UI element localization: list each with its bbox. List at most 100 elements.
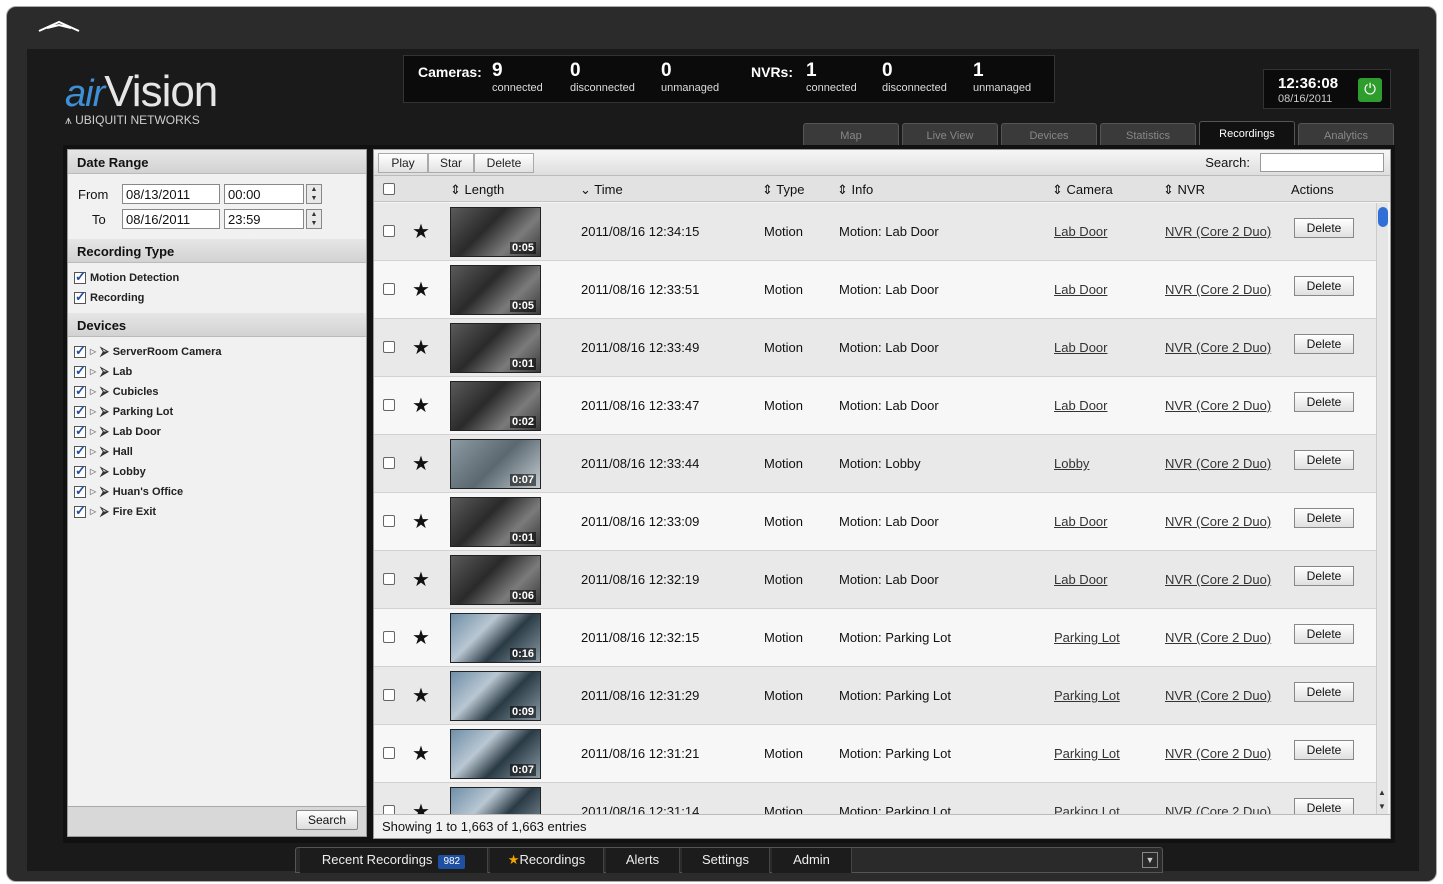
row-checkbox[interactable] bbox=[383, 225, 395, 237]
table-row[interactable]: ★ 0:16 2011/08/16 12:32:15 Motion Motion… bbox=[374, 609, 1378, 667]
checkbox[interactable] bbox=[74, 463, 86, 479]
cell-camera-link[interactable]: Lab Door bbox=[1054, 340, 1107, 355]
cell-camera-link[interactable]: Lobby bbox=[1054, 456, 1089, 471]
checkbox[interactable] bbox=[74, 363, 86, 379]
checkbox[interactable] bbox=[74, 269, 86, 285]
table-row[interactable]: ★ 0:01 2011/08/16 12:33:49 Motion Motion… bbox=[374, 319, 1378, 377]
recording-thumbnail[interactable]: 0:07 bbox=[450, 439, 541, 489]
expand-arrow-icon[interactable]: ▷ bbox=[90, 407, 96, 416]
search-input[interactable] bbox=[1260, 153, 1384, 172]
cell-camera-link[interactable]: Parking Lot bbox=[1054, 746, 1120, 761]
star-icon[interactable]: ★ bbox=[412, 335, 430, 360]
device-item[interactable]: ▷⮚Lobby bbox=[74, 463, 146, 479]
checkbox[interactable] bbox=[74, 443, 86, 459]
table-row[interactable]: ★ 0:01 2011/08/16 12:33:09 Motion Motion… bbox=[374, 493, 1378, 551]
select-all-checkbox[interactable] bbox=[383, 183, 395, 195]
checkbox[interactable] bbox=[74, 503, 86, 519]
cell-camera-link[interactable]: Lab Door bbox=[1054, 514, 1107, 529]
expand-arrow-icon[interactable]: ▷ bbox=[90, 507, 96, 516]
from-time-input[interactable] bbox=[224, 184, 304, 204]
cell-nvr-link[interactable]: NVR (Core 2 Duo) bbox=[1165, 630, 1271, 645]
row-checkbox[interactable] bbox=[383, 631, 395, 643]
table-row[interactable]: ★ 0:07 2011/08/16 12:33:44 Motion Motion… bbox=[374, 435, 1378, 493]
scrollbar-thumb[interactable] bbox=[1378, 207, 1388, 227]
star-icon[interactable]: ★ bbox=[412, 741, 430, 766]
delete-button[interactable]: Delete bbox=[1294, 798, 1354, 815]
delete-button[interactable]: Delete bbox=[1294, 624, 1354, 644]
from-time-stepper[interactable]: ▲ ▼ bbox=[306, 184, 322, 204]
tab-map[interactable]: Map bbox=[803, 123, 899, 145]
table-row[interactable]: ★ 0:05 2011/08/16 12:34:15 Motion Motion… bbox=[374, 203, 1378, 261]
checkbox[interactable] bbox=[74, 483, 86, 499]
to-time-stepper[interactable]: ▲ ▼ bbox=[306, 209, 322, 229]
recording-thumbnail[interactable]: 0:01 bbox=[450, 323, 541, 373]
checkbox[interactable] bbox=[74, 383, 86, 399]
expand-arrow-icon[interactable]: ▷ bbox=[90, 447, 96, 456]
tab-statistics[interactable]: Statistics bbox=[1100, 123, 1196, 145]
cell-nvr-link[interactable]: NVR (Core 2 Duo) bbox=[1165, 456, 1271, 471]
play-button[interactable]: Play bbox=[378, 153, 428, 173]
admin-tab[interactable]: Admin bbox=[772, 848, 852, 873]
star-icon[interactable]: ★ bbox=[412, 509, 430, 534]
row-checkbox[interactable] bbox=[383, 457, 395, 469]
cell-camera-link[interactable]: Lab Door bbox=[1054, 398, 1107, 413]
cell-nvr-link[interactable]: NVR (Core 2 Duo) bbox=[1165, 282, 1271, 297]
recording-type-motion[interactable]: Motion Detection bbox=[74, 269, 179, 285]
recording-thumbnail[interactable]: 0:07 bbox=[450, 729, 541, 779]
device-item[interactable]: ▷⮚Lab bbox=[74, 363, 132, 379]
device-item[interactable]: ▷⮚Huan's Office bbox=[74, 483, 183, 499]
delete-button[interactable]: Delete bbox=[1294, 450, 1354, 470]
checkbox[interactable] bbox=[74, 343, 86, 359]
column-camera[interactable]: ⇕ Camera bbox=[1052, 182, 1113, 198]
power-icon[interactable]: ⏻ bbox=[1358, 78, 1382, 102]
chevron-down-icon[interactable]: ▼ bbox=[1142, 852, 1158, 868]
row-checkbox[interactable] bbox=[383, 747, 395, 759]
expand-arrow-icon[interactable]: ▷ bbox=[90, 487, 96, 496]
row-checkbox[interactable] bbox=[383, 341, 395, 353]
star-icon[interactable]: ★ bbox=[412, 625, 430, 650]
cell-nvr-link[interactable]: NVR (Core 2 Duo) bbox=[1165, 398, 1271, 413]
expand-arrow-icon[interactable]: ▷ bbox=[90, 467, 96, 476]
device-item[interactable]: ▷⮚Cubicles bbox=[74, 383, 159, 399]
column-nvr[interactable]: ⇕ NVR bbox=[1163, 182, 1205, 198]
from-date-input[interactable] bbox=[122, 184, 220, 204]
recording-type-recording[interactable]: Recording bbox=[74, 289, 144, 305]
column-length[interactable]: ⇕ Length bbox=[450, 182, 504, 198]
row-checkbox[interactable] bbox=[383, 689, 395, 701]
star-icon[interactable]: ★ bbox=[412, 799, 430, 815]
star-icon[interactable]: ★ bbox=[412, 219, 430, 244]
row-checkbox[interactable] bbox=[383, 399, 395, 411]
cell-nvr-link[interactable]: NVR (Core 2 Duo) bbox=[1165, 572, 1271, 587]
star-button[interactable]: Star bbox=[428, 153, 474, 173]
row-checkbox[interactable] bbox=[383, 515, 395, 527]
delete-selected-button[interactable]: Delete bbox=[474, 153, 534, 173]
recording-thumbnail[interactable]: 0:09 bbox=[450, 671, 541, 721]
recording-thumbnail[interactable]: 0:05 bbox=[450, 265, 541, 315]
row-checkbox[interactable] bbox=[383, 573, 395, 585]
delete-button[interactable]: Delete bbox=[1294, 218, 1354, 238]
checkbox[interactable] bbox=[74, 423, 86, 439]
device-item[interactable]: ▷⮚ServerRoom Camera bbox=[74, 343, 222, 359]
search-button[interactable]: Search bbox=[296, 810, 358, 830]
star-icon[interactable]: ★ bbox=[412, 683, 430, 708]
expand-arrow-icon[interactable]: ▷ bbox=[90, 367, 96, 376]
delete-button[interactable]: Delete bbox=[1294, 276, 1354, 296]
alerts-tab[interactable]: Alerts bbox=[606, 848, 680, 873]
table-scrollbar[interactable]: ▲ ▼ bbox=[1376, 203, 1388, 815]
recording-thumbnail[interactable]: 0:16 bbox=[450, 613, 541, 663]
device-item[interactable]: ▷⮚Lab Door bbox=[74, 423, 161, 439]
device-item[interactable]: ▷⮚Hall bbox=[74, 443, 133, 459]
cell-nvr-link[interactable]: NVR (Core 2 Duo) bbox=[1165, 340, 1271, 355]
table-row[interactable]: ★ 0:06 2011/08/16 12:32:19 Motion Motion… bbox=[374, 551, 1378, 609]
table-row[interactable]: ★ 0:07 2011/08/16 12:31:21 Motion Motion… bbox=[374, 725, 1378, 783]
recording-thumbnail[interactable]: 0:05 bbox=[450, 207, 541, 257]
tab-analytics[interactable]: Analytics bbox=[1298, 123, 1394, 145]
cell-camera-link[interactable]: Lab Door bbox=[1054, 282, 1107, 297]
delete-button[interactable]: Delete bbox=[1294, 740, 1354, 760]
star-icon[interactable]: ★ bbox=[412, 393, 430, 418]
column-info[interactable]: ⇕ Info bbox=[837, 182, 873, 198]
cell-camera-link[interactable]: Lab Door bbox=[1054, 572, 1107, 587]
star-icon[interactable]: ★ bbox=[412, 277, 430, 302]
table-row[interactable]: ★ 2011/08/16 12:31:14 Motion Motion: Par… bbox=[374, 783, 1378, 815]
delete-button[interactable]: Delete bbox=[1294, 682, 1354, 702]
